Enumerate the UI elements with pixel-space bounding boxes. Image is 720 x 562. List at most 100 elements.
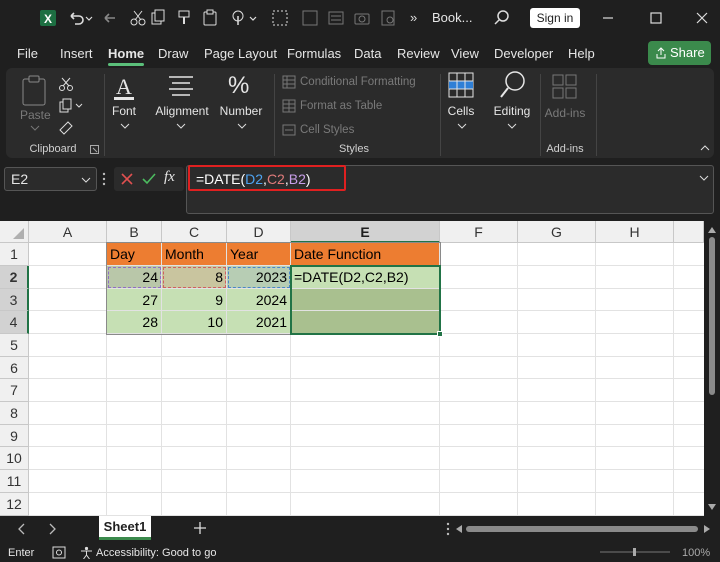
column-header-d[interactable]: D (227, 221, 291, 243)
macro-record-icon[interactable] (52, 546, 66, 559)
zoom-level[interactable]: 100% (682, 547, 710, 559)
column-header-h[interactable]: H (596, 221, 674, 243)
row-header-8[interactable]: 8 (0, 402, 29, 425)
redo-icon[interactable] (100, 8, 120, 28)
camera-icon[interactable] (352, 8, 372, 28)
undo-dropdown-icon[interactable] (84, 8, 94, 28)
collapse-ribbon-icon[interactable] (700, 144, 710, 152)
name-box[interactable]: E2 (4, 167, 97, 191)
cut-icon[interactable] (58, 76, 74, 92)
form-icon[interactable] (326, 8, 346, 28)
sign-in-button[interactable]: Sign in (530, 8, 580, 28)
vertical-scrollbar[interactable] (704, 221, 720, 516)
cell-b4[interactable]: 28 (107, 311, 162, 334)
print-preview-icon[interactable] (378, 8, 398, 28)
number-dropdown-icon[interactable] (237, 122, 247, 130)
tab-view[interactable]: View (451, 46, 479, 61)
select-all-corner[interactable] (0, 221, 29, 243)
column-header-c[interactable]: C (162, 221, 227, 243)
alignment-dropdown-icon[interactable] (176, 122, 186, 130)
editing-search-icon[interactable] (498, 70, 526, 100)
format-as-table-icon[interactable] (282, 99, 296, 113)
horizontal-scroll-thumb[interactable] (466, 526, 698, 532)
row-header-12[interactable]: 12 (0, 493, 29, 516)
enter-check-icon[interactable] (142, 172, 156, 186)
cut-icon[interactable] (128, 8, 148, 28)
expand-formula-bar-icon[interactable] (699, 174, 709, 182)
formula-bar-options-icon[interactable] (102, 172, 106, 186)
cell-e4[interactable] (291, 311, 440, 334)
paste-large-icon[interactable] (20, 74, 50, 108)
cancel-icon[interactable] (120, 172, 134, 186)
addins-icon[interactable] (552, 74, 578, 100)
editing-label[interactable]: Editing (490, 104, 534, 118)
worksheet-grid[interactable]: A B C D E F G H 1 2 3 4 5 6 7 8 9 10 11 … (0, 221, 720, 516)
row-header-4[interactable]: 4 (0, 311, 29, 334)
font-icon[interactable]: A (112, 72, 136, 102)
percent-icon[interactable]: % (228, 72, 249, 100)
cell-b2[interactable]: 24 (107, 266, 162, 289)
copy-icon[interactable] (58, 98, 84, 114)
zoom-slider[interactable] (600, 548, 670, 556)
column-header-f[interactable]: F (440, 221, 518, 243)
paste-dropdown-icon[interactable] (30, 124, 40, 132)
maximize-icon[interactable] (644, 6, 668, 30)
tab-page-layout[interactable]: Page Layout (204, 46, 277, 61)
cell-c4[interactable]: 10 (162, 311, 227, 334)
border-icon[interactable] (270, 8, 290, 28)
close-icon[interactable] (690, 6, 714, 30)
cell-b1[interactable]: Day (107, 243, 162, 266)
row-header-6[interactable]: 6 (0, 357, 29, 379)
name-box-dropdown-icon[interactable] (81, 176, 91, 184)
alignment-icon[interactable] (168, 74, 194, 98)
column-header-g[interactable]: G (518, 221, 596, 243)
copy-icon[interactable] (148, 8, 168, 28)
row-header-1[interactable]: 1 (0, 243, 29, 266)
cell-styles-icon[interactable] (282, 123, 296, 137)
sort-icon[interactable] (300, 8, 320, 28)
tab-data[interactable]: Data (354, 46, 381, 61)
minimize-icon[interactable] (596, 6, 620, 30)
column-header-b[interactable]: B (107, 221, 162, 243)
alignment-label[interactable]: Alignment (154, 104, 210, 118)
tab-draw[interactable]: Draw (158, 46, 188, 61)
row-header-9[interactable]: 9 (0, 425, 29, 447)
vertical-scroll-thumb[interactable] (709, 237, 715, 395)
font-dropdown-icon[interactable] (120, 122, 130, 130)
cell-d4[interactable]: 2021 (227, 311, 291, 334)
more-commands-icon[interactable]: » (410, 10, 417, 25)
cell-styles-button[interactable]: Cell Styles (300, 124, 354, 136)
scroll-down-icon[interactable] (708, 504, 716, 510)
row-header-3[interactable]: 3 (0, 289, 29, 311)
cell-d2[interactable]: 2023 (227, 266, 291, 289)
format-as-table-button[interactable]: Format as Table (300, 100, 382, 112)
row-header-7[interactable]: 7 (0, 379, 29, 402)
cells-dropdown-icon[interactable] (457, 122, 467, 130)
undo-icon[interactable] (66, 8, 86, 28)
cell-c1[interactable]: Month (162, 243, 227, 266)
clipboard-launcher-icon[interactable] (90, 145, 99, 154)
column-header-e[interactable]: E (291, 221, 440, 243)
horizontal-scrollbar-options-icon[interactable] (446, 522, 450, 536)
scroll-up-icon[interactable] (708, 227, 716, 233)
column-header-a[interactable]: A (29, 221, 107, 243)
tab-help[interactable]: Help (568, 46, 595, 61)
cell-c3[interactable]: 9 (162, 289, 227, 311)
row-header-11[interactable]: 11 (0, 470, 29, 493)
row-header-2[interactable]: 2 (0, 266, 29, 289)
cells-label[interactable]: Cells (442, 104, 480, 118)
tab-developer[interactable]: Developer (494, 46, 553, 61)
touch-dropdown-icon[interactable] (248, 8, 258, 28)
fill-handle[interactable] (437, 331, 443, 337)
scroll-left-icon[interactable] (456, 525, 462, 533)
font-label[interactable]: Font (106, 104, 142, 118)
number-label[interactable]: Number (216, 104, 266, 118)
scroll-right-icon[interactable] (704, 525, 710, 533)
cell-b3[interactable]: 27 (107, 289, 162, 311)
row-header-10[interactable]: 10 (0, 447, 29, 470)
insert-function-icon[interactable]: fx (164, 169, 175, 186)
cell-e3[interactable] (291, 289, 440, 311)
tab-review[interactable]: Review (397, 46, 440, 61)
tab-formulas[interactable]: Formulas (287, 46, 341, 61)
cell-d1[interactable]: Year (227, 243, 291, 266)
